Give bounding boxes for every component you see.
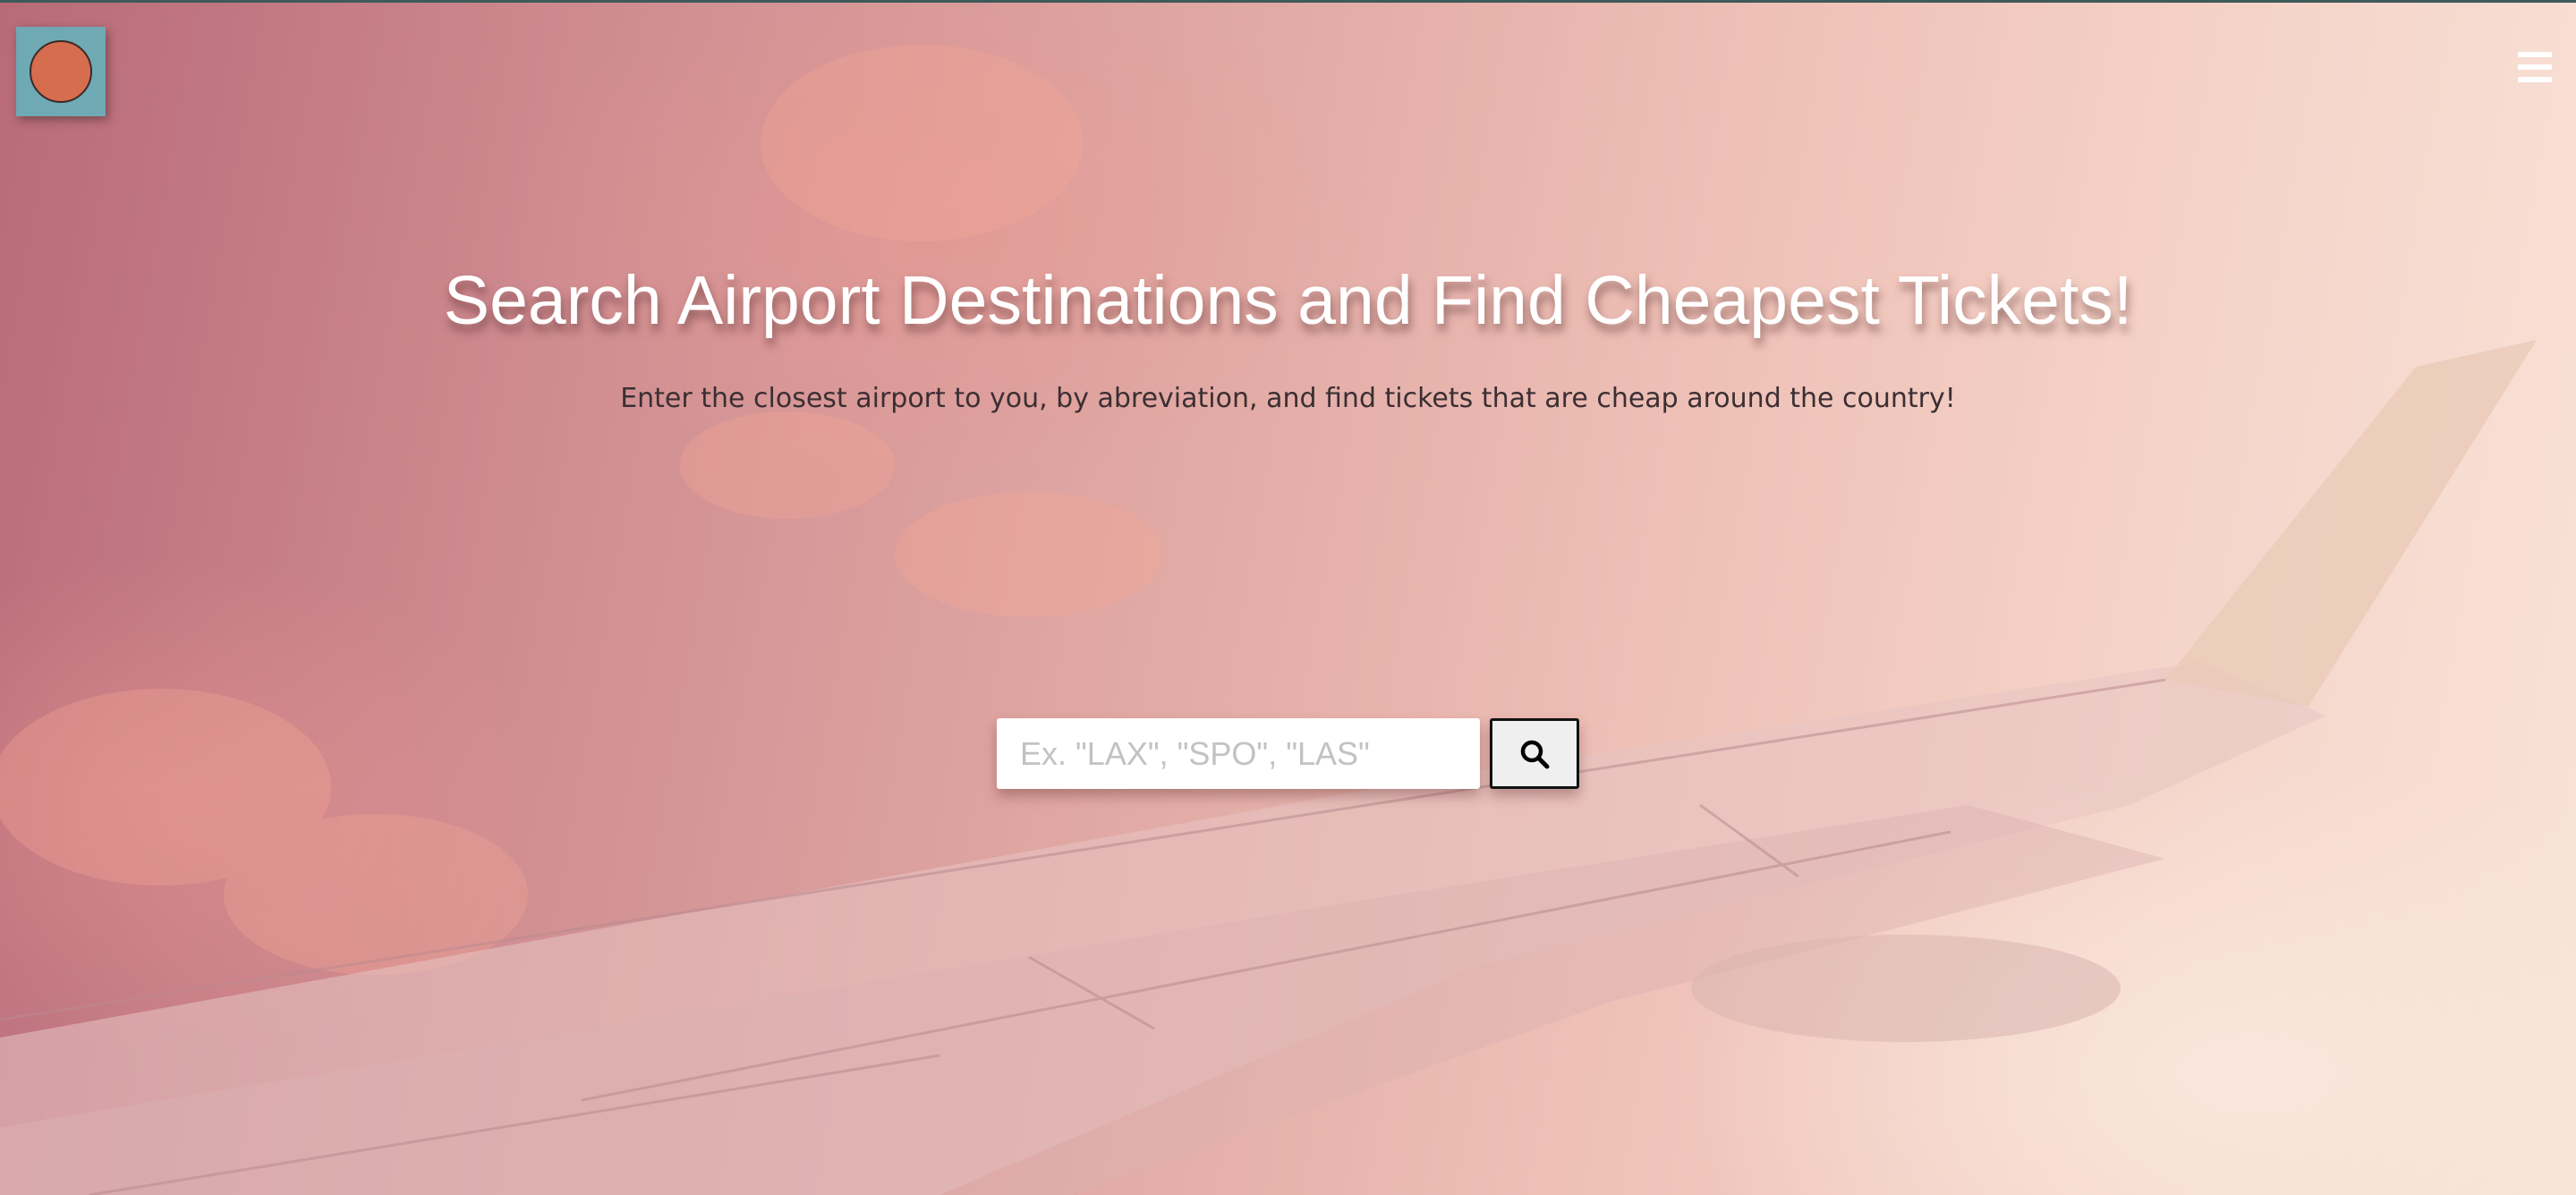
page-title: Search Airport Destinations and Find Che… bbox=[443, 262, 2133, 339]
airplane-wing-background bbox=[0, 45, 2537, 1195]
page-subtitle: Enter the closest airport to you, by abr… bbox=[620, 383, 1956, 414]
globe-logo-icon bbox=[30, 40, 92, 103]
menu-bar bbox=[2518, 52, 2552, 57]
airport-search-input[interactable] bbox=[997, 718, 1480, 789]
site-logo[interactable] bbox=[16, 27, 106, 116]
search-button[interactable] bbox=[1490, 718, 1579, 789]
hamburger-menu-icon[interactable] bbox=[2518, 52, 2552, 82]
search-icon bbox=[1520, 740, 1550, 768]
menu-bar bbox=[2518, 64, 2552, 70]
menu-bar bbox=[2518, 77, 2552, 82]
